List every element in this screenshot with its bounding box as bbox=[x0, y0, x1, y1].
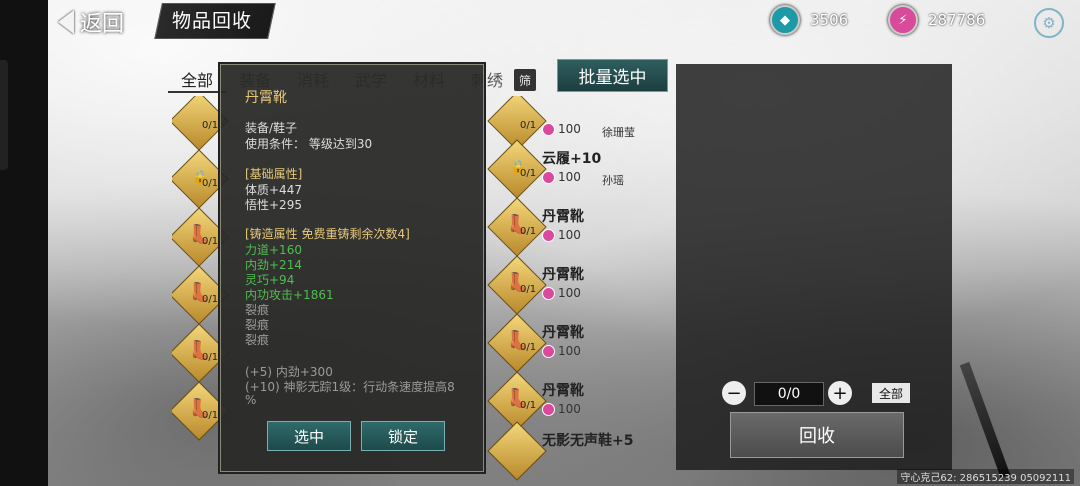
tooltip-type: 装备/鞋子 bbox=[245, 121, 298, 135]
item-price: 100 bbox=[542, 402, 581, 416]
item-count: 0/1 bbox=[202, 120, 219, 131]
tooltip-requirement: 使用条件： 等级达到30 bbox=[245, 137, 373, 151]
item-count: 0/1 bbox=[520, 284, 537, 295]
item-owner: 徐珊莹 bbox=[602, 126, 635, 139]
settings-icon[interactable]: ⚙ bbox=[1034, 8, 1064, 38]
coin-icon bbox=[542, 170, 555, 184]
price-value: 100 bbox=[558, 122, 581, 136]
item-name: 丹霄靴 bbox=[542, 325, 584, 341]
select-button[interactable]: 选中 bbox=[267, 421, 351, 451]
item-count: 0/1 bbox=[202, 410, 219, 421]
item-count: 0/1 bbox=[520, 120, 537, 131]
coin-icon bbox=[542, 402, 555, 416]
tooltip-forge-header: [铸造属性 免费重铸剩余次数4] bbox=[245, 227, 410, 241]
item-slot[interactable]: 0/1 100 徐珊莹 bbox=[487, 96, 640, 151]
item-name: 无影无声鞋+5 bbox=[542, 433, 634, 449]
item-price: 100 bbox=[542, 344, 581, 358]
recycle-panel bbox=[676, 64, 952, 470]
item-name: 丹霄靴 bbox=[542, 209, 584, 225]
increase-button[interactable]: + bbox=[828, 381, 852, 405]
item-price: 100 bbox=[542, 122, 581, 136]
coin-currency: ⚡ 287786 bbox=[888, 5, 1012, 35]
back-label: 返回 bbox=[80, 12, 125, 37]
decrease-button[interactable]: − bbox=[722, 381, 746, 405]
tooltip-bonus: % bbox=[245, 393, 257, 407]
tooltip-title: 丹霄靴 bbox=[245, 90, 287, 106]
item-name: 丹霄靴 bbox=[542, 267, 584, 283]
tooltip-bonus: (+10) 神影无踪1级：行动条速度提高8 bbox=[245, 380, 455, 394]
gem-currency: ◆ 3506 bbox=[770, 5, 880, 35]
batch-select-button[interactable]: 批量选中 bbox=[557, 59, 668, 92]
coin-icon: ⚡ bbox=[888, 5, 918, 35]
item-count: 0/1 bbox=[520, 168, 537, 179]
gem-icon: ◆ bbox=[770, 5, 800, 35]
item-owner: 孙瑶 bbox=[602, 174, 624, 187]
price-value: 100 bbox=[558, 170, 581, 184]
recycle-button[interactable]: 回收 bbox=[730, 412, 904, 458]
item-count: 0/1 bbox=[202, 236, 219, 247]
price-value: 100 bbox=[558, 344, 581, 358]
tooltip-base-stat: 悟性+295 bbox=[245, 198, 302, 212]
item-slot[interactable]: 👢 丹霄靴 0/1 100 bbox=[487, 197, 640, 257]
select-all-button[interactable]: 全部 bbox=[872, 383, 910, 403]
page-title: 物品回收 bbox=[172, 10, 253, 32]
coin-icon bbox=[542, 344, 555, 358]
item-slot[interactable]: 👢 丹霄靴 0/1 100 bbox=[487, 255, 640, 315]
back-arrow-icon bbox=[58, 10, 74, 34]
item-price: 100 bbox=[542, 170, 581, 184]
lock-button[interactable]: 锁定 bbox=[361, 421, 445, 451]
coin-icon bbox=[542, 122, 555, 136]
side-handle bbox=[0, 60, 8, 170]
item-slot[interactable]: 👢 丹霄靴 0/1 100 bbox=[487, 313, 640, 373]
item-frame bbox=[487, 421, 547, 481]
price-value: 100 bbox=[558, 402, 581, 416]
item-slot[interactable]: 🔒 云履+10 0/1 100 孙瑶 bbox=[487, 139, 640, 199]
item-count: 0/1 bbox=[202, 352, 219, 363]
item-count: 0/1 bbox=[520, 342, 537, 353]
item-tooltip: 丹霄靴 装备/鞋子 使用条件： 等级达到30 [基础属性] 体质+447 悟性+… bbox=[220, 64, 484, 472]
price-value: 100 bbox=[558, 286, 581, 300]
coin-icon bbox=[542, 286, 555, 300]
tooltip-crack: 裂痕 bbox=[245, 333, 270, 347]
item-name: 云履+10 bbox=[542, 151, 602, 167]
watermark: 守心克己62: 286515239 05092111 bbox=[897, 469, 1074, 484]
item-count: 0/1 bbox=[520, 400, 537, 411]
item-count: 0/1 bbox=[202, 178, 219, 189]
item-price: 100 bbox=[542, 228, 581, 242]
coin-value: 287786 bbox=[928, 11, 986, 29]
item-slot[interactable]: 👢 丹霄靴 0/1 100 bbox=[487, 371, 640, 431]
gem-value: 3506 bbox=[810, 11, 849, 29]
coin-icon bbox=[542, 228, 555, 242]
tooltip-base-header: [基础属性] bbox=[245, 167, 303, 181]
item-name: 丹霄靴 bbox=[542, 383, 584, 399]
price-value: 100 bbox=[558, 228, 581, 242]
back-button[interactable]: 返回 bbox=[58, 4, 154, 40]
item-slot[interactable]: 无影无声鞋+5 bbox=[487, 421, 640, 481]
item-count: 0/1 bbox=[520, 226, 537, 237]
item-price: 100 bbox=[542, 286, 581, 300]
quantity-display: 0/0 bbox=[754, 382, 824, 406]
item-count: 0/1 bbox=[202, 294, 219, 305]
tab-all[interactable]: 全部 bbox=[168, 67, 226, 93]
filter-button[interactable]: 筛 bbox=[514, 69, 536, 91]
